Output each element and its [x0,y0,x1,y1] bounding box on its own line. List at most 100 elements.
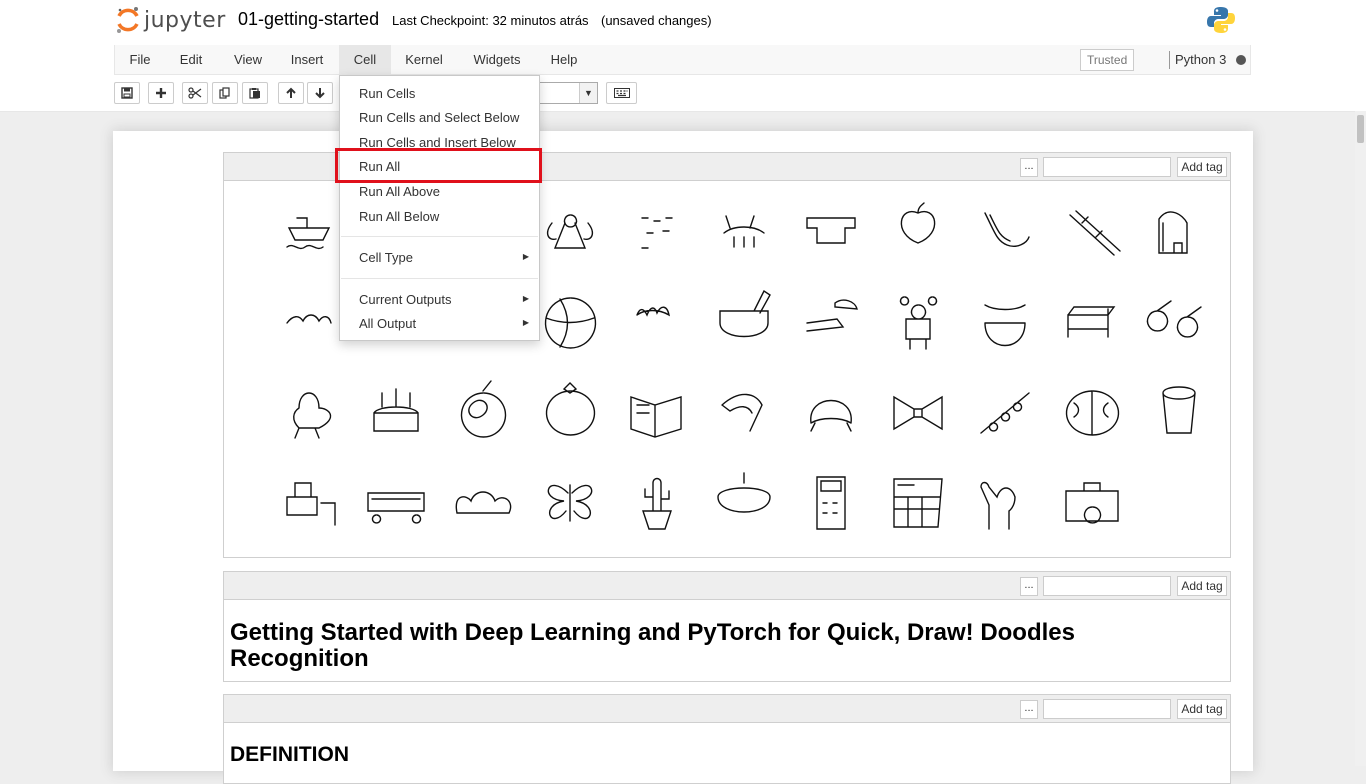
notebook-container: ... Add tag ... Add tag Getting Started … [113,131,1253,784]
scrollbar-thumb[interactable] [1357,115,1364,143]
doodle-beach [806,299,858,332]
doodle-bat [286,314,332,324]
doodle-bus [367,492,425,524]
doodle-camera [1065,482,1119,524]
menu-divider [341,236,538,237]
definition-heading: DEFINITION [230,743,349,766]
jupyter-logo[interactable]: jupyter [116,4,226,36]
menu-edit[interactable]: Edit [165,45,217,75]
kernel-status-icon [1236,55,1246,65]
menu-kernel[interactable]: Kernel [395,45,453,75]
doodle-bulldozer [286,482,336,526]
kernel-separator [1169,51,1170,69]
notebook-title-heading: Getting Started with Deep Learning and P… [230,619,1075,672]
doodle-bear [899,296,938,350]
keyboard-icon [613,88,630,98]
doodle-angel [546,214,594,249]
title-markdown-cell[interactable]: ... Add tag Getting Started with Deep Le… [223,571,1231,682]
doodle-bird [293,392,332,439]
kernel-name[interactable]: Python 3 [1175,45,1226,75]
menu-divider [341,278,538,279]
menu-all-output[interactable]: All Output [359,316,416,331]
doodle-book [630,396,682,438]
doodle-animal-migration [641,217,673,249]
tag-more-button[interactable]: ... [1020,158,1038,177]
save-button[interactable] [114,82,140,104]
doodle-beard [984,304,1026,347]
command-palette-button[interactable] [606,82,637,104]
move-up-button[interactable] [278,82,304,104]
doodle-apple [900,202,936,244]
doodle-boomerang [721,393,763,432]
paste-icon [249,88,260,99]
run-all-highlight [335,148,542,183]
doodle-blueberry [545,382,596,436]
doodle-bowtie [893,395,943,431]
doodle-basketball [544,297,597,349]
menu-run-cells[interactable]: Run Cells [359,86,415,101]
tag-more-button[interactable]: ... [1020,700,1038,719]
chevron-right-icon: ▶ [522,318,529,327]
doodle-bat [636,306,670,317]
definition-markdown-cell[interactable]: ... Add tag DEFINITION [223,694,1231,784]
copy-button[interactable] [212,82,238,104]
paste-button[interactable] [242,82,268,104]
menu-view[interactable]: View [217,45,279,75]
menubar: File Edit View Insert Cell Kernel Widget… [114,45,1251,75]
menu-widgets[interactable]: Widgets [463,45,531,75]
doodle-ant [723,215,765,248]
doodle-bucket [1162,386,1196,434]
copy-icon [219,87,230,99]
menu-cell-type[interactable]: Cell Type [359,250,413,265]
menu-run-cells-select-below[interactable]: Run Cells and Select Below [359,110,519,125]
cut-button[interactable] [182,82,208,104]
menu-run-all-above[interactable]: Run All Above [359,184,440,199]
doodle-bottlecap [810,399,852,432]
add-tag-button[interactable]: Add tag [1177,157,1227,177]
doodle-bathtub [719,289,771,338]
cell-type-select[interactable]: ▼ [536,82,598,104]
cut-icon [188,87,202,99]
plus-icon [156,88,166,98]
doodle-butterfly [547,484,593,522]
doodle-calculator [816,476,846,530]
menu-help[interactable]: Help [541,45,587,75]
doodle-bed [1067,306,1116,338]
jupyter-logo-text: jupyter [144,7,226,33]
tag-input[interactable] [1043,699,1171,719]
cell-menu-dropdown: Run Cells Run Cells and Select Below Run… [339,75,540,341]
checkpoint-status: Last Checkpoint: 32 minutos atrás [392,13,589,28]
move-down-button[interactable] [307,82,333,104]
notebook-header: jupyter 01-getting-started Last Checkpoi… [0,0,1366,112]
doodle-anvil [806,217,856,244]
doodle-camel [980,481,1016,530]
doodle-cake [717,472,771,513]
page-scrollbar[interactable] [1355,111,1366,766]
tag-input[interactable] [1043,576,1171,596]
doodle-bracelet [980,392,1030,434]
notebook-name[interactable]: 01-getting-started [238,9,379,30]
tag-input[interactable] [1043,157,1171,177]
chevron-down-icon: ▼ [579,83,597,103]
insert-cell-button[interactable] [148,82,174,104]
add-tag-button[interactable]: Add tag [1177,699,1227,719]
menu-run-all-below[interactable]: Run All Below [359,209,439,224]
menu-file[interactable]: File [115,45,165,75]
doodle-airplane [286,217,331,250]
trusted-indicator[interactable]: Trusted [1080,49,1135,71]
menu-insert[interactable]: Insert [279,45,335,75]
doodle-arm [984,212,1030,247]
add-tag-button[interactable]: Add tag [1177,576,1227,596]
menu-current-outputs[interactable]: Current Outputs [359,292,452,307]
doodle-cactus [642,477,672,530]
doodle-blackberry [460,380,507,438]
doodle-asparagus [1069,210,1121,256]
menu-cell[interactable]: Cell [339,45,391,75]
tag-more-button[interactable]: ... [1020,577,1038,596]
python-logo-icon [1207,7,1235,33]
chevron-right-icon: ▶ [522,294,529,303]
cell-toolbar: ... Add tag [224,572,1230,600]
doodle-brain [1065,390,1120,436]
doodle-calendar [893,478,943,528]
arrow-down-icon [315,88,325,99]
